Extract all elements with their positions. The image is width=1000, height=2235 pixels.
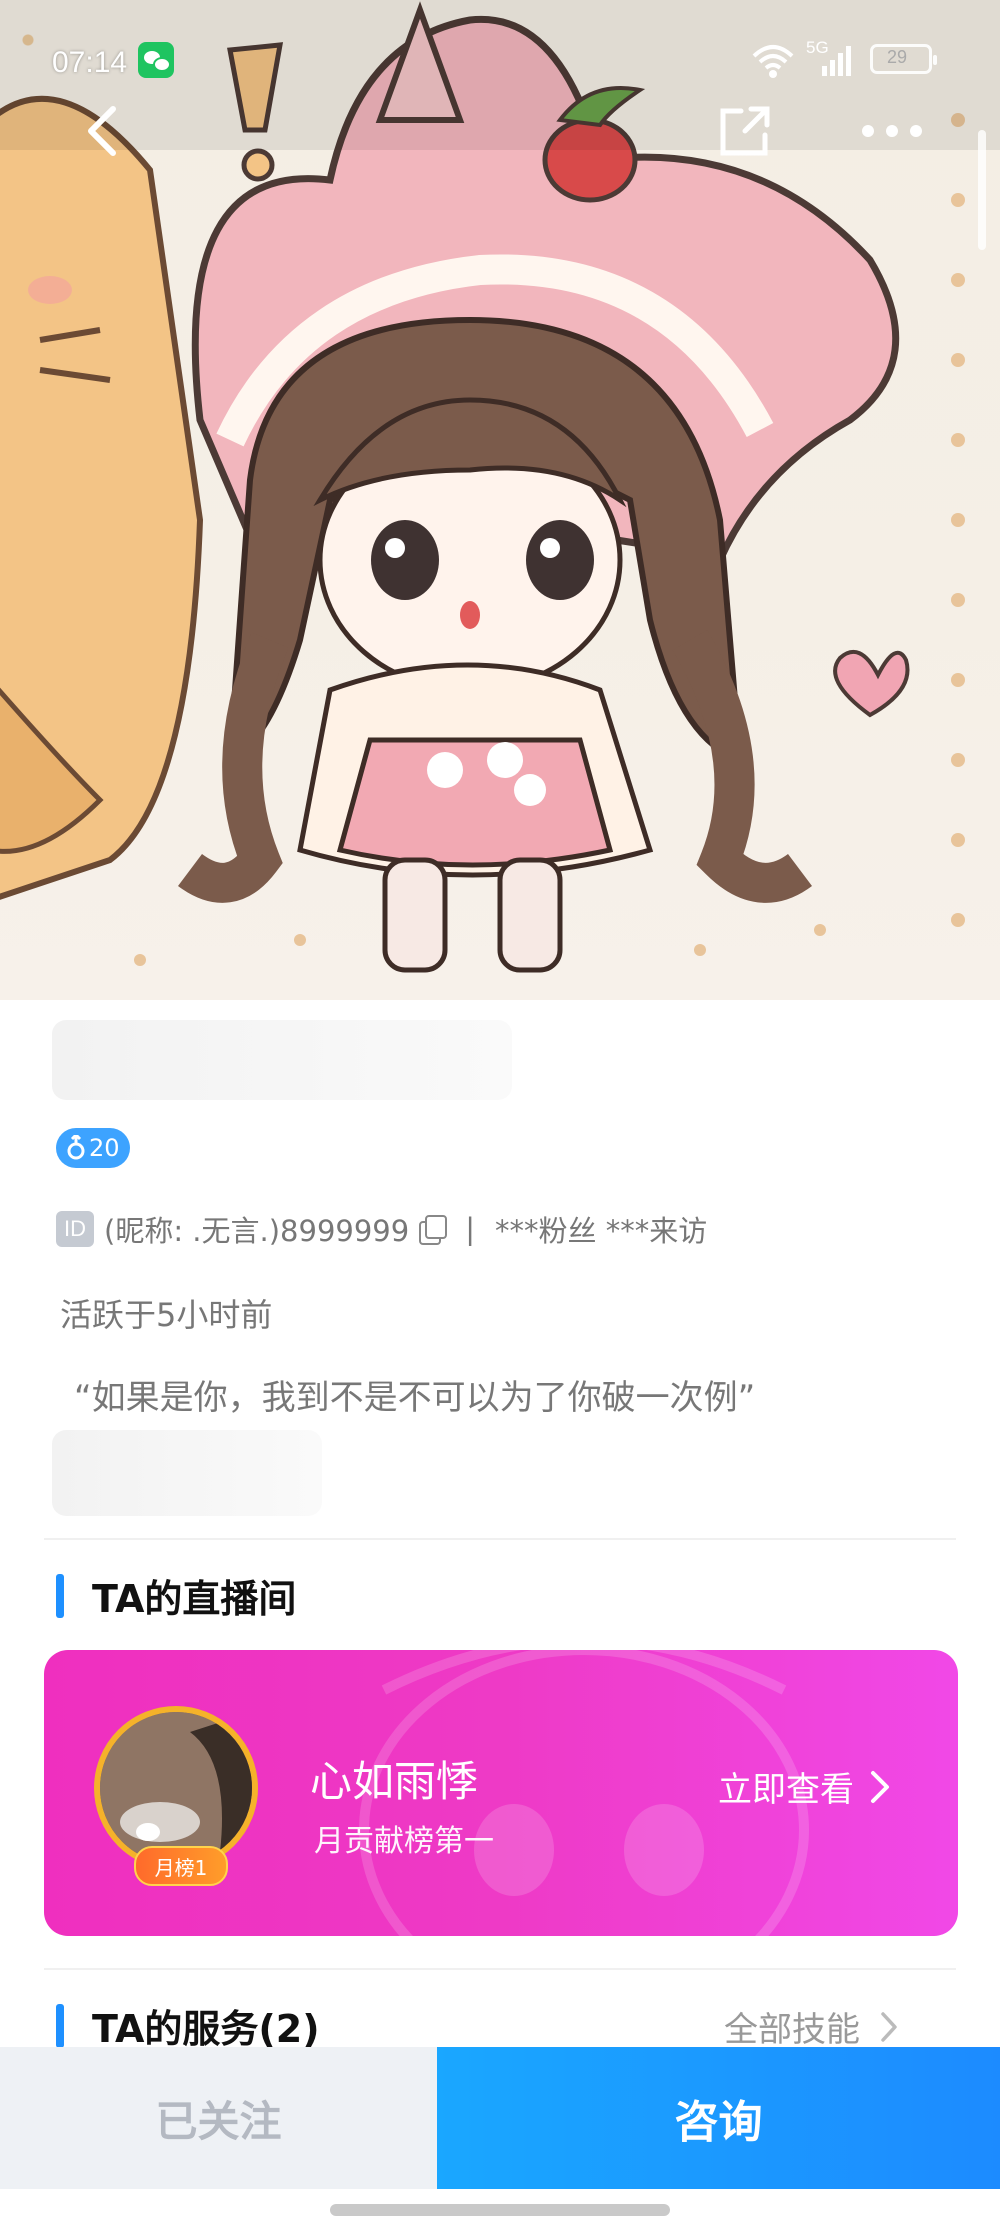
section-divider xyxy=(44,1538,956,1540)
consult-button[interactable]: 咨询 xyxy=(437,2047,1000,2189)
live-section-title: TA的直播间 xyxy=(56,1568,296,1623)
chevron-right-icon xyxy=(871,1770,889,1803)
nickname-id-text: (昵称: .无言.)8999999 xyxy=(104,1214,410,1248)
age-value: 20 xyxy=(89,1134,120,1162)
section-accent-bar xyxy=(56,1573,64,1618)
chevron-left-icon xyxy=(88,106,116,156)
blurred-extra-info xyxy=(52,1430,322,1516)
wifi-icon xyxy=(752,45,794,78)
services-section-title: TA的服务(2) xyxy=(56,1998,320,2053)
all-skills-label: 全部技能 xyxy=(724,2010,860,2050)
section-accent-bar xyxy=(56,2003,64,2048)
battery-icon: 29 xyxy=(870,44,937,74)
male-icon xyxy=(67,1135,85,1160)
live-section-label: TA的直播间 xyxy=(92,1577,297,1621)
host-subtitle: 月贡献榜第一 xyxy=(314,1824,494,1859)
home-indicator[interactable] xyxy=(330,2204,670,2216)
copy-icon[interactable] xyxy=(419,1215,448,1245)
followed-button[interactable]: 已关注 xyxy=(0,2047,437,2189)
services-section-label: TA的服务(2) xyxy=(92,2007,320,2051)
monthly-rank-badge: 月榜1 xyxy=(134,1846,228,1886)
chevron-right-icon xyxy=(881,2011,897,2042)
nickname-blurred xyxy=(52,1020,512,1100)
stats-separator: | xyxy=(465,1212,475,1246)
share-icon xyxy=(720,106,770,156)
fans-visits-stats: ***粉丝 ***来访 xyxy=(495,1214,708,1248)
id-row: ID (昵称: .无言.)8999999 | ***粉丝 ***来访 xyxy=(56,1208,707,1250)
more-button[interactable] xyxy=(852,96,932,166)
profile-cover-image xyxy=(0,0,1000,1000)
battery-level: 29 xyxy=(887,47,908,67)
back-button[interactable] xyxy=(68,96,138,166)
bottom-action-bar: 已关注 咨询 xyxy=(0,2047,1000,2189)
anime-girl-illustration xyxy=(0,0,1000,973)
view-now-label: 立即查看 xyxy=(718,1770,854,1810)
share-button[interactable] xyxy=(710,96,780,166)
view-now-button[interactable]: 立即查看 xyxy=(718,1762,890,1811)
live-room-card[interactable]: 月榜1 心如雨悸 月贡献榜第一 立即查看 xyxy=(44,1650,958,1936)
status-bar: 07:14 5G 29 xyxy=(0,0,1000,120)
host-name: 心如雨悸 xyxy=(310,1757,479,1806)
scrollbar-thumb[interactable] xyxy=(978,130,986,250)
section-divider xyxy=(44,1968,956,1970)
age-gender-badge: 20 xyxy=(56,1128,130,1168)
last-active-text: 活跃于5小时前 xyxy=(60,1296,273,1334)
signal-icon xyxy=(822,46,851,76)
status-time: 07:14 xyxy=(52,46,128,79)
all-skills-link[interactable]: 全部技能 xyxy=(724,2002,898,2051)
signature-motto: “如果是你，我到不是不可以为了你破一次例” xyxy=(74,1378,756,1418)
avatar-image xyxy=(100,1712,252,1864)
more-dots-icon xyxy=(862,125,922,137)
id-tag: ID xyxy=(56,1211,94,1247)
wechat-icon xyxy=(138,42,174,78)
